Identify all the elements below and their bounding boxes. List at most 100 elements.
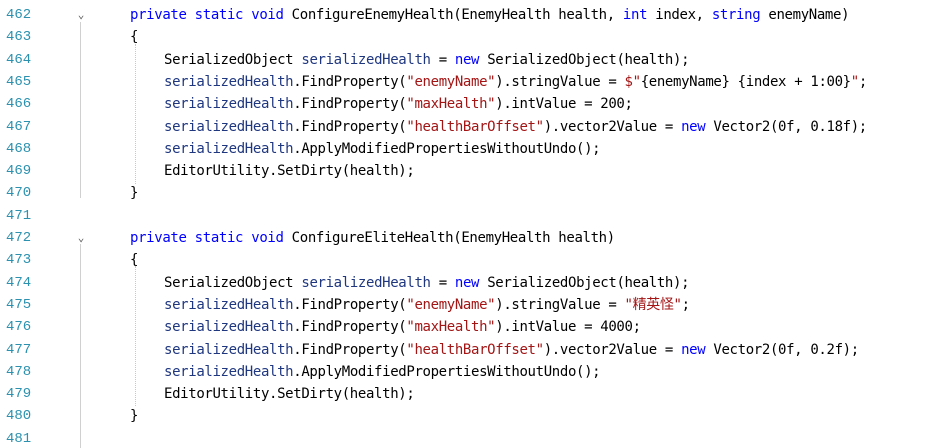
- code-token: string: [711, 7, 761, 23]
- code-token: .ApplyModifiedPropertiesWithoutUndo();: [293, 363, 601, 380]
- code-line[interactable]: 479 EditorUtility.SetDirty(health);: [0, 383, 933, 405]
- line-number: 479: [6, 386, 32, 403]
- code-token: {: [130, 252, 139, 269]
- code-line[interactable]: 463 {: [0, 26, 933, 48]
- code-text: }: [130, 405, 138, 427]
- code-line[interactable]: 478 serializedHealth.ApplyModifiedPropert…: [0, 361, 933, 383]
- code-text: }: [130, 182, 138, 204]
- code-token: EditorUtility.SetDirty(health);: [164, 163, 415, 180]
- code-token: serializedHealth: [164, 341, 294, 358]
- code-token: ;: [681, 296, 690, 313]
- code-line[interactable]: 481: [0, 428, 933, 448]
- code-line[interactable]: 462 ⌄ private static void ConfigureEnemyHe…: [0, 4, 933, 26]
- code-token: void: [251, 230, 284, 246]
- code-token: private: [130, 7, 187, 23]
- code-token: serializedHealth: [164, 363, 294, 380]
- code-text: SerializedObject serializedHealth = new …: [164, 272, 690, 294]
- code-token: "healthBarOffset": [406, 118, 544, 135]
- line-number: 473: [6, 252, 32, 269]
- fold-toggle-icon[interactable]: ⌄: [74, 227, 88, 249]
- code-text: EditorUtility.SetDirty(health);: [164, 383, 415, 405]
- code-token: enemyName): [760, 7, 850, 23]
- code-token: new: [454, 51, 480, 68]
- code-line[interactable]: 472 ⌄ private static void ConfigureEliteHe…: [0, 227, 933, 249]
- code-token: ).stringValue =: [495, 296, 625, 313]
- line-number: 469: [6, 163, 32, 180]
- code-line[interactable]: 471: [0, 205, 933, 227]
- code-token: "enemyName": [406, 73, 496, 90]
- code-token: .FindProperty(: [293, 73, 407, 90]
- code-token: SerializedObject(health);: [479, 274, 690, 291]
- code-token: EnemyHealth: [461, 230, 551, 246]
- code-token: new: [681, 341, 706, 358]
- code-text: private static void ConfigureEnemyHealth…: [130, 4, 850, 26]
- line-number: 477: [6, 341, 32, 358]
- code-token: new: [454, 274, 480, 291]
- line-number: 472: [6, 230, 32, 246]
- code-text: EditorUtility.SetDirty(health);: [164, 160, 415, 182]
- code-token: .FindProperty(: [293, 118, 407, 135]
- code-line[interactable]: 468 serializedHealth.ApplyModifiedPropert…: [0, 138, 933, 160]
- code-token: ).vector2Value =: [543, 118, 682, 135]
- code-line[interactable]: 465 serializedHealth.FindProperty("enemyN…: [0, 71, 933, 93]
- line-number: 471: [6, 207, 32, 224]
- line-number: 481: [6, 430, 32, 447]
- code-line[interactable]: 469 EditorUtility.SetDirty(health);: [0, 160, 933, 182]
- code-token: health): [550, 230, 615, 246]
- code-token: serializedHealth: [301, 51, 431, 68]
- line-number: 474: [6, 274, 32, 291]
- code-token: SerializedObject: [164, 51, 294, 68]
- code-token: }: [130, 185, 139, 202]
- code-line[interactable]: 464 SerializedObject serializedHealth = n…: [0, 49, 933, 71]
- code-token: Vector2(0f, 0.18f);: [705, 118, 867, 135]
- code-text: {: [130, 26, 138, 48]
- code-text: serializedHealth.FindProperty("enemyName…: [164, 294, 690, 316]
- code-editor[interactable]: 462 ⌄ private static void ConfigureEnemyHe…: [0, 0, 933, 448]
- code-line[interactable]: 467 serializedHealth.FindProperty("health…: [0, 116, 933, 138]
- fold-toggle-icon[interactable]: ⌄: [74, 4, 88, 26]
- code-text: serializedHealth.FindProperty("maxHealth…: [164, 316, 641, 338]
- code-line[interactable]: 470}: [0, 182, 933, 204]
- code-token: ).intValue = 200;: [495, 96, 633, 113]
- code-token: serializedHealth: [301, 274, 431, 291]
- code-token: .FindProperty(: [293, 319, 407, 336]
- code-line[interactable]: 475 serializedHealth.FindProperty("enemyN…: [0, 294, 933, 316]
- code-token: .FindProperty(: [293, 296, 407, 313]
- code-token: "healthBarOffset": [406, 341, 544, 358]
- code-token: {: [130, 29, 139, 46]
- line-number: 470: [6, 185, 32, 202]
- code-token: {index + 1:00}: [737, 73, 851, 90]
- line-number: 465: [6, 73, 32, 90]
- code-token: health,: [550, 7, 623, 23]
- code-token: ).stringValue =: [495, 73, 625, 90]
- code-line[interactable]: 477 serializedHealth.FindProperty("health…: [0, 339, 933, 361]
- code-token: =: [430, 51, 455, 68]
- code-token: index,: [647, 7, 712, 23]
- code-line[interactable]: 474 SerializedObject serializedHealth = n…: [0, 272, 933, 294]
- code-token: serializedHealth: [164, 296, 294, 313]
- code-line[interactable]: 473 {: [0, 249, 933, 271]
- line-number: 475: [6, 296, 32, 313]
- line-number: 480: [6, 408, 32, 425]
- code-token: Vector2(0f, 0.2f);: [705, 341, 859, 358]
- code-token: serializedHealth: [164, 73, 294, 90]
- line-number: 466: [6, 96, 32, 113]
- code-token: .FindProperty(: [293, 96, 407, 113]
- code-token: SerializedObject: [164, 274, 294, 291]
- code-text: serializedHealth.FindProperty("enemyName…: [164, 71, 867, 93]
- line-number: 464: [6, 51, 32, 68]
- code-line[interactable]: 480}: [0, 405, 933, 427]
- code-token: int: [622, 7, 648, 23]
- code-text: serializedHealth.ApplyModifiedProperties…: [164, 361, 601, 383]
- code-line[interactable]: 466 serializedHealth.FindProperty("maxHea…: [0, 93, 933, 115]
- code-token: "maxHealth": [406, 96, 496, 113]
- code-text: SerializedObject serializedHealth = new …: [164, 49, 690, 71]
- code-text: serializedHealth.ApplyModifiedProperties…: [164, 138, 601, 160]
- code-token: void: [251, 7, 284, 23]
- code-line[interactable]: 476 serializedHealth.FindProperty("maxHea…: [0, 316, 933, 338]
- code-token: =: [430, 274, 455, 291]
